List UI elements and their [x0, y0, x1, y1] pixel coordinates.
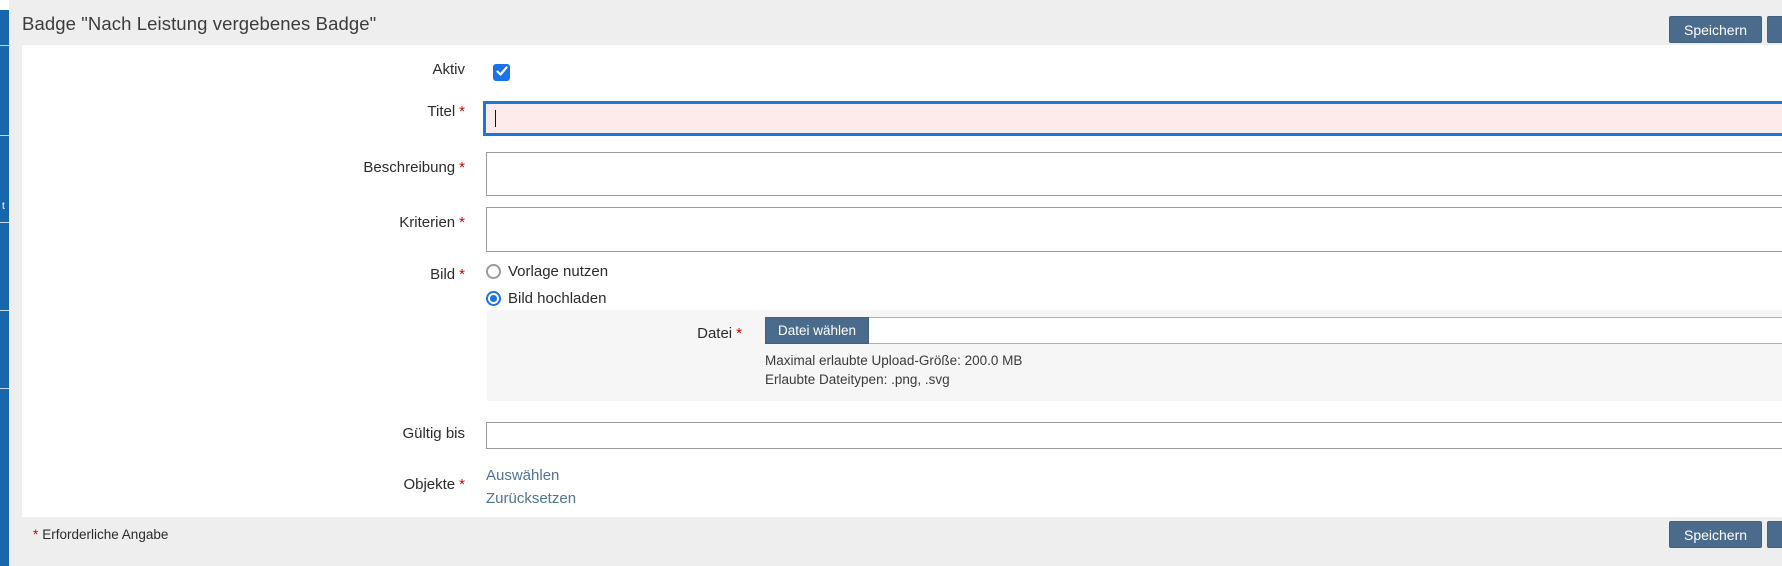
page-title: Badge "Nach Leistung vergebenes Badge" [22, 13, 376, 35]
bild-label: Bild* [22, 266, 465, 283]
checkmark-icon [496, 64, 508, 82]
save-button-bottom[interactable]: Speichern [1669, 521, 1762, 548]
toolbar-bottom: Speichern Abbrechen [1669, 521, 1782, 548]
required-asterisk: * [33, 527, 38, 542]
required-asterisk: * [736, 325, 742, 342]
gueltig-bis-label: Gültig bis [22, 425, 465, 442]
required-asterisk: * [459, 214, 465, 231]
required-asterisk: * [459, 476, 465, 493]
auswaehlen-link[interactable]: Auswählen [486, 467, 559, 484]
datei-label: Datei* [487, 325, 742, 342]
bild-option-vorlage[interactable]: Vorlage nutzen [486, 263, 608, 280]
kriterien-textarea[interactable] [486, 207, 1782, 252]
bild-option-hochladen[interactable]: Bild hochladen [486, 290, 606, 307]
sidebar-item-divider [0, 45, 9, 46]
required-asterisk: * [459, 103, 465, 120]
sidebar-item-divider [0, 388, 9, 389]
toolbar-top: Speichern Abbrechen [1669, 16, 1782, 43]
zuruecksetzen-link[interactable]: Zurücksetzen [486, 490, 576, 507]
choose-file-button[interactable]: Datei wählen [765, 317, 869, 344]
sidebar-top-notch [0, 0, 9, 10]
file-name-field[interactable] [869, 317, 1782, 344]
cancel-button-bottom[interactable]: Abbrechen [1767, 521, 1782, 548]
aktiv-checkbox[interactable] [493, 64, 510, 81]
objekte-label: Objekte* [22, 476, 465, 493]
beschreibung-textarea[interactable] [486, 152, 1782, 196]
sidebar-item-divider [0, 222, 9, 223]
beschreibung-label: Beschreibung* [22, 159, 465, 176]
sidebar-label-fragment: t [2, 202, 5, 212]
sidebar-strip[interactable]: t [0, 10, 9, 566]
required-asterisk: * [459, 159, 465, 176]
sidebar-item-divider [0, 310, 9, 311]
radio-unselected-icon [486, 264, 501, 279]
cancel-button[interactable]: Abbrechen [1767, 16, 1782, 43]
required-field-note: *Erforderliche Angabe [33, 527, 168, 542]
aktiv-label: Aktiv [22, 61, 465, 78]
kriterien-label: Kriterien* [22, 214, 465, 231]
file-types-help: Erlaubte Dateitypen: .png, .svg [765, 372, 950, 387]
gueltig-bis-input[interactable] [486, 422, 1782, 449]
file-upload-panel: Datei* Datei wählen Maximal erlaubte Upl… [487, 310, 1782, 401]
badge-form: Aktiv Titel* Beschreibung* Kriterien* Bi… [22, 45, 1782, 517]
titel-input[interactable] [483, 101, 1782, 136]
save-button[interactable]: Speichern [1669, 16, 1762, 43]
radio-selected-icon [486, 291, 501, 306]
sidebar-item-divider [0, 135, 9, 136]
required-asterisk: * [459, 266, 465, 283]
upload-size-help: Maximal erlaubte Upload-Größe: 200.0 MB [765, 353, 1022, 368]
titel-label: Titel* [22, 103, 465, 120]
text-cursor [495, 110, 496, 127]
file-input[interactable]: Datei wählen [765, 317, 1782, 344]
